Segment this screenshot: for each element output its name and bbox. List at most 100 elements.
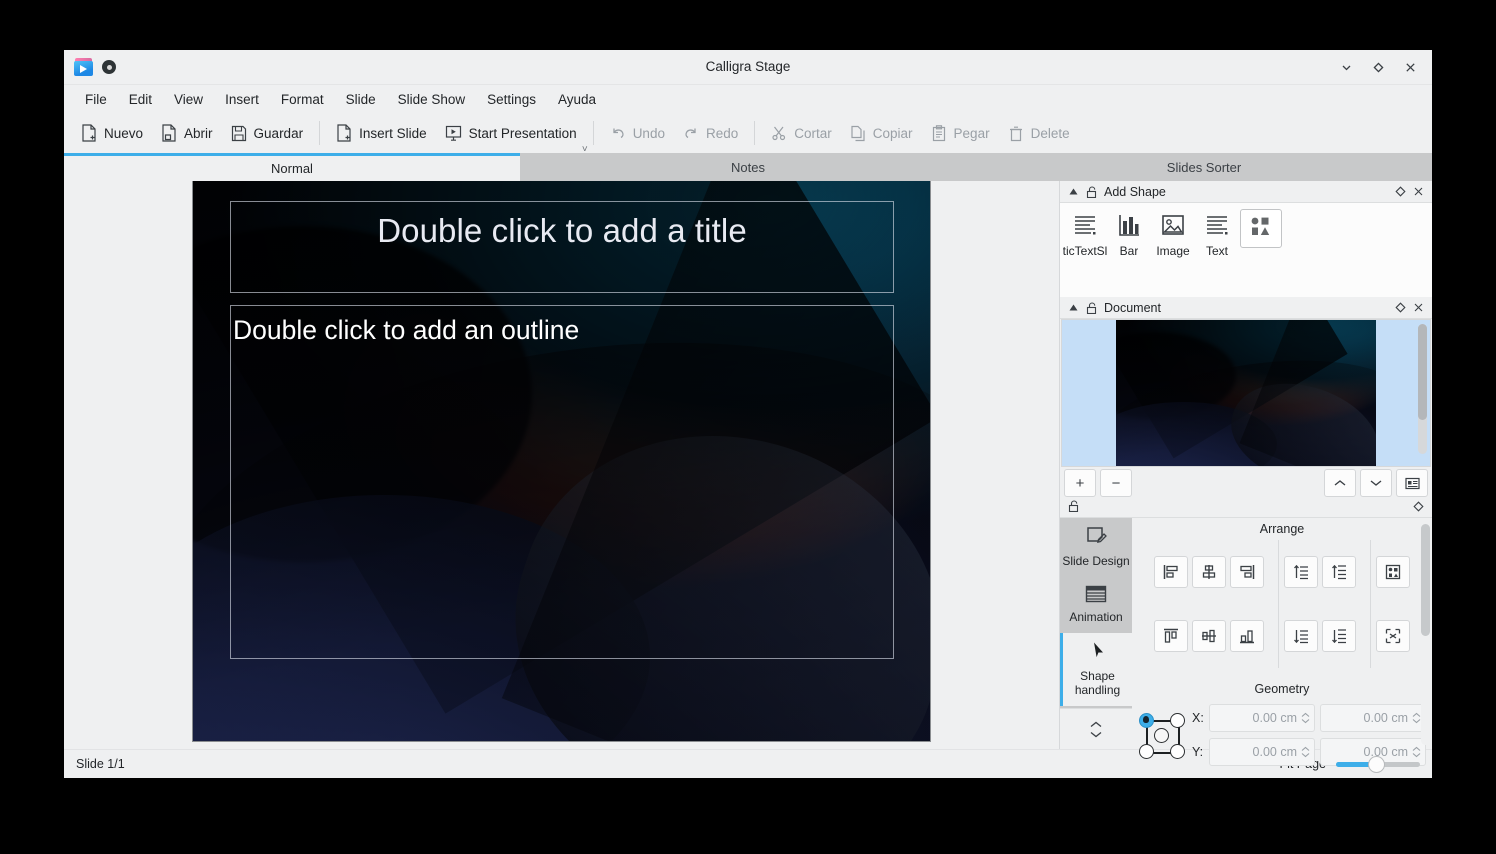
bring-to-front-button[interactable] bbox=[1322, 556, 1356, 588]
slide-thumbnail-list[interactable] bbox=[1061, 319, 1431, 467]
tool-dock-scroll-buttons[interactable] bbox=[1060, 708, 1132, 749]
align-bottom-button[interactable] bbox=[1230, 620, 1264, 652]
shape-text-button[interactable]: Text bbox=[1196, 209, 1238, 262]
toolbar-undo-button[interactable]: Undo bbox=[601, 120, 674, 146]
toolbar-abrir-button[interactable]: Abrir bbox=[152, 119, 222, 147]
spinner-arrows-icon[interactable] bbox=[1301, 712, 1310, 724]
close-icon[interactable] bbox=[1413, 302, 1424, 313]
maximize-button[interactable] bbox=[1362, 52, 1394, 82]
shape-automatic-text-button[interactable]: ticTextSl bbox=[1062, 209, 1108, 262]
toolbar-redo-label: Redo bbox=[705, 125, 739, 141]
toolbar-start-presentation-button[interactable]: Start Presentation ˅ bbox=[436, 120, 588, 154]
tool-tab-shape-handling[interactable]: Shape handling bbox=[1060, 633, 1132, 706]
toolbar-delete-button[interactable]: Delete bbox=[999, 120, 1079, 147]
anchor-bottom-left[interactable] bbox=[1139, 744, 1154, 759]
menu-settings[interactable]: Settings bbox=[476, 88, 547, 111]
send-backward-button[interactable] bbox=[1284, 620, 1318, 652]
move-slide-down-button[interactable] bbox=[1360, 469, 1392, 497]
menu-view[interactable]: View bbox=[163, 88, 214, 111]
toolbar-insert-slide-button[interactable]: Insert Slide bbox=[327, 119, 436, 147]
menu-slide[interactable]: Slide bbox=[335, 88, 387, 111]
outline-placeholder-text: Double click to add an outline bbox=[233, 315, 580, 345]
anchor-point-selector[interactable] bbox=[1138, 712, 1185, 759]
group-shapes-button[interactable] bbox=[1376, 556, 1410, 588]
document-panel-title: Document bbox=[1104, 300, 1161, 315]
menu-format[interactable]: Format bbox=[270, 88, 335, 111]
tool-options-scrollbar[interactable] bbox=[1421, 522, 1430, 745]
anchor-center[interactable] bbox=[1154, 728, 1169, 743]
toolbar-guardar-button[interactable]: Guardar bbox=[222, 120, 313, 147]
close-button[interactable] bbox=[1394, 52, 1426, 82]
slide-canvas-area[interactable]: Double click to add a title Double click… bbox=[64, 181, 1059, 749]
toolbar-pegar-button[interactable]: Pegar bbox=[922, 120, 999, 147]
tool-tab-animation[interactable]: Animation bbox=[1060, 577, 1132, 634]
ungroup-shapes-button[interactable] bbox=[1376, 620, 1410, 652]
redo-arrow-icon bbox=[683, 125, 699, 141]
spinner-arrows-icon[interactable] bbox=[1412, 712, 1421, 724]
tool-options-header bbox=[1060, 499, 1432, 517]
start-presentation-icon bbox=[445, 125, 462, 142]
lock-open-icon[interactable] bbox=[1086, 302, 1097, 314]
slide-canvas[interactable]: Double click to add a title Double click… bbox=[193, 181, 930, 741]
spinner-arrows-icon[interactable] bbox=[1301, 746, 1310, 758]
shape-more-button[interactable] bbox=[1240, 209, 1282, 248]
bring-forward-button[interactable] bbox=[1284, 556, 1318, 588]
lock-open-icon[interactable] bbox=[1068, 499, 1079, 517]
float-diamond-icon[interactable] bbox=[1413, 499, 1424, 517]
outline-placeholder[interactable]: Double click to add an outline bbox=[230, 305, 894, 659]
add-slide-button[interactable]: + bbox=[1064, 469, 1096, 497]
menu-insert[interactable]: Insert bbox=[214, 88, 270, 111]
move-slide-up-button[interactable] bbox=[1324, 469, 1356, 497]
lock-open-icon[interactable] bbox=[1086, 186, 1097, 198]
remove-slide-button[interactable]: − bbox=[1100, 469, 1132, 497]
document-scrollbar[interactable] bbox=[1418, 324, 1427, 454]
slide-counter: Slide 1/1 bbox=[76, 757, 125, 771]
shape-bar-button[interactable]: Bar bbox=[1108, 209, 1150, 262]
anchor-bottom-right[interactable] bbox=[1170, 744, 1185, 759]
tab-notes[interactable]: Notes bbox=[520, 153, 976, 181]
new-document-icon bbox=[81, 124, 97, 142]
menu-file[interactable]: File bbox=[74, 88, 118, 111]
toolbar-separator-2 bbox=[592, 121, 594, 145]
list-view-button[interactable] bbox=[1396, 469, 1428, 497]
toolbar-nuevo-button[interactable]: Nuevo bbox=[72, 119, 152, 147]
shape-image-button[interactable]: Image bbox=[1152, 209, 1194, 262]
chevron-down-icon[interactable]: ˅ bbox=[582, 144, 588, 155]
toolbar-nuevo-label: Nuevo bbox=[104, 125, 144, 141]
arrange-row-1 bbox=[1132, 540, 1432, 604]
toolbar-copiar-button[interactable]: Copiar bbox=[841, 120, 922, 147]
align-center-vertical-button[interactable] bbox=[1192, 620, 1226, 652]
geometry-x-value: 0.00 cm bbox=[1252, 711, 1297, 725]
menu-ayuda[interactable]: Ayuda bbox=[547, 88, 607, 111]
animation-icon bbox=[1085, 585, 1107, 607]
tab-slides-sorter[interactable]: Slides Sorter bbox=[976, 153, 1432, 181]
toolbar-redo-button[interactable]: Redo bbox=[674, 120, 747, 146]
float-diamond-icon[interactable] bbox=[1395, 186, 1406, 197]
main-area: Double click to add a title Double click… bbox=[64, 181, 1432, 766]
tool-tab-slide-design[interactable]: Slide Design bbox=[1060, 518, 1132, 577]
collapse-triangle-icon[interactable] bbox=[1068, 302, 1079, 313]
toolbar-cortar-button[interactable]: Cortar bbox=[762, 120, 841, 146]
float-diamond-icon[interactable] bbox=[1395, 302, 1406, 313]
align-top-button[interactable] bbox=[1154, 620, 1188, 652]
align-left-button[interactable] bbox=[1154, 556, 1188, 588]
collapse-triangle-icon[interactable] bbox=[1068, 186, 1079, 197]
geometry-x-input[interactable]: 0.00 cm bbox=[1209, 704, 1315, 732]
align-right-button[interactable] bbox=[1230, 556, 1264, 588]
menu-edit[interactable]: Edit bbox=[118, 88, 163, 111]
anchor-top-right[interactable] bbox=[1170, 713, 1185, 728]
shape-automatic-text-label: ticTextSl bbox=[1062, 244, 1108, 258]
minimize-button[interactable] bbox=[1330, 52, 1362, 82]
menu-slide-show[interactable]: Slide Show bbox=[387, 88, 477, 111]
send-to-back-button[interactable] bbox=[1322, 620, 1356, 652]
anchor-top-left[interactable] bbox=[1139, 713, 1154, 728]
close-icon[interactable] bbox=[1413, 186, 1424, 197]
geometry-y-input[interactable]: 0.00 cm bbox=[1209, 738, 1315, 766]
align-center-horizontal-button[interactable] bbox=[1192, 556, 1226, 588]
slide-thumbnail-1[interactable] bbox=[1116, 320, 1376, 466]
zoom-slider[interactable] bbox=[1336, 755, 1420, 773]
geometry-width-input[interactable]: 0.00 cm bbox=[1320, 704, 1426, 732]
title-placeholder[interactable]: Double click to add a title bbox=[230, 201, 894, 293]
tab-normal[interactable]: Normal bbox=[64, 153, 520, 181]
toolbar-guardar-label: Guardar bbox=[253, 125, 304, 141]
